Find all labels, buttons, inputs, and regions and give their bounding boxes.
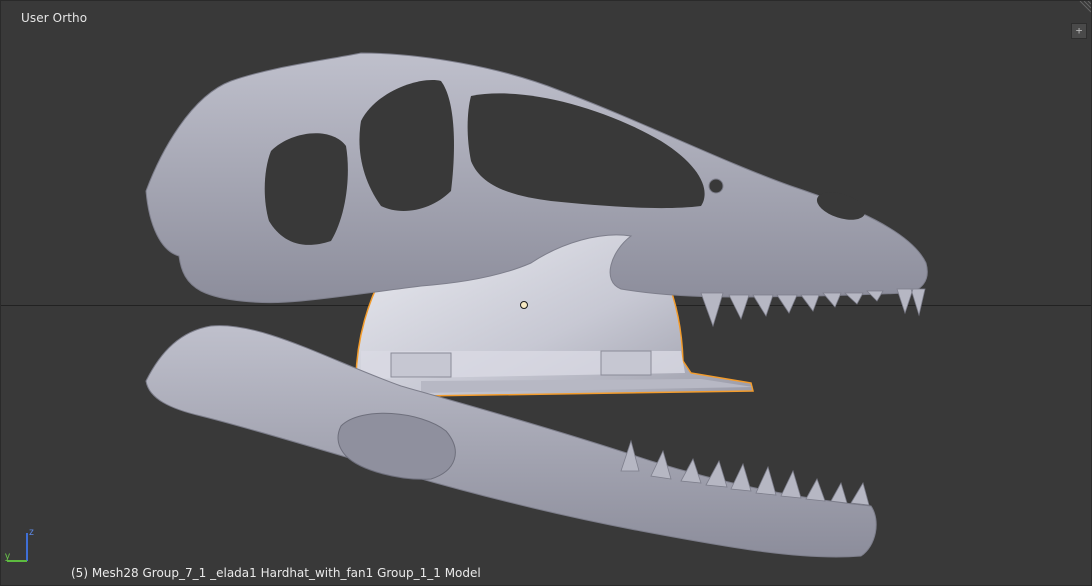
area-split-corner-icon[interactable] — [1075, 1, 1091, 17]
view-mode-label: User Ortho — [21, 11, 88, 25]
z-axis-label: z — [29, 527, 34, 538]
object-origin-point[interactable] — [520, 301, 528, 309]
expand-properties-button[interactable]: + — [1071, 23, 1087, 39]
scene-render[interactable] — [1, 1, 1092, 586]
3d-viewport[interactable]: User Ortho (5) Mesh28 Group_7_1 _elada1 … — [0, 0, 1092, 586]
y-axis-label: y — [5, 551, 10, 562]
selected-object-info: (5) Mesh28 Group_7_1 _elada1 Hardhat_wit… — [71, 566, 481, 580]
axis-gizmo: z y — [5, 527, 34, 562]
